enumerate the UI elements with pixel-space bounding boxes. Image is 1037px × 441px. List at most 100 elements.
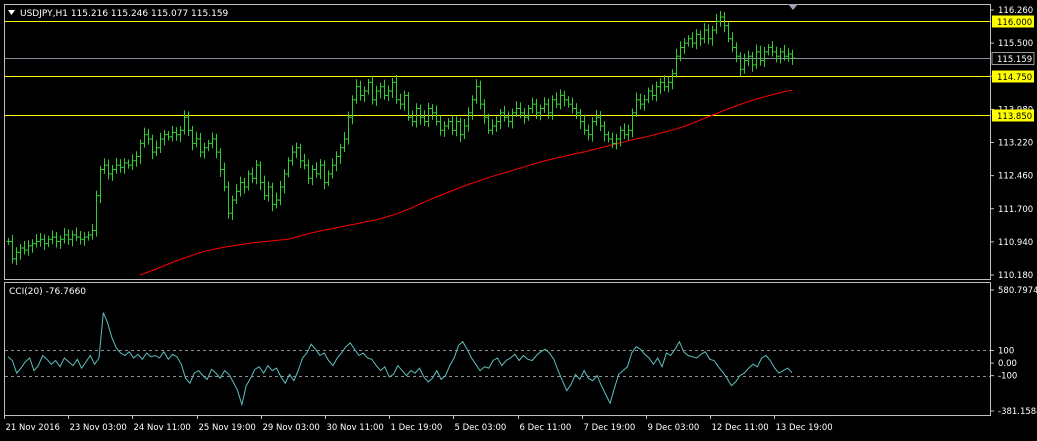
price-bar <box>474 79 479 104</box>
price-bar <box>82 232 87 246</box>
price-bar <box>342 132 347 153</box>
x-tick-label: 21 Nov 2016 <box>6 423 60 433</box>
price-bar <box>382 79 387 100</box>
price-bar <box>178 126 183 143</box>
symbol-info: USDJPY,H1 115.216 115.246 115.077 115.15… <box>20 9 229 19</box>
price-bar <box>378 82 383 99</box>
price-bar <box>410 110 415 127</box>
cci-y-axis: 580.7974 100 0.00 -100 -381.1584 <box>990 286 1037 417</box>
chart-canvas: 116.260115.500114.740113.980113.220112.4… <box>4 4 1037 433</box>
price-bar <box>158 132 163 153</box>
price-bars <box>6 10 795 265</box>
price-bar <box>606 131 611 143</box>
price-bar <box>70 230 75 247</box>
cci-label: CCI(20) -76.7660 <box>9 287 86 297</box>
shift-marker-icon[interactable] <box>788 4 798 10</box>
level-price-label: 116.000 <box>997 18 1032 28</box>
price-bar <box>114 157 119 174</box>
price-bar <box>466 107 471 132</box>
price-bar <box>718 10 723 27</box>
price-bar <box>662 75 667 92</box>
price-bar <box>690 32 695 48</box>
price-bar <box>630 108 635 138</box>
price-bar <box>594 109 599 126</box>
price-bar <box>102 158 107 174</box>
price-bar <box>710 25 715 46</box>
price-bar <box>278 180 283 206</box>
price-bar <box>302 153 307 170</box>
cci-tick-label: 0.00 <box>998 359 1017 369</box>
price-bar <box>14 247 19 265</box>
price-bar <box>226 181 231 219</box>
price-bar <box>430 104 435 120</box>
x-tick-label: 24 Nov 11:00 <box>134 423 191 433</box>
price-bar <box>362 86 367 102</box>
x-tick-label: 12 Dec 11:00 <box>712 423 769 433</box>
x-tick-label: 30 Nov 11:00 <box>327 423 384 433</box>
price-bar <box>722 12 727 33</box>
price-bar <box>514 101 519 117</box>
price-bar <box>658 78 663 95</box>
price-bar <box>110 165 115 181</box>
price-bar <box>30 239 35 253</box>
price-bar <box>306 159 311 184</box>
price-bar <box>766 43 771 56</box>
cci-tick-label: 100 <box>998 346 1014 356</box>
price-bar <box>470 95 475 120</box>
price-bar <box>762 47 767 68</box>
price-bar <box>274 192 279 209</box>
price-bar <box>774 46 779 63</box>
price-bar <box>210 132 215 149</box>
price-bar <box>190 125 195 151</box>
price-bar <box>242 177 247 194</box>
price-bar <box>150 134 155 160</box>
price-bar <box>366 78 371 95</box>
price-bar <box>262 175 267 201</box>
price-tick-label: 112.460 <box>998 172 1033 182</box>
price-bar <box>166 131 171 141</box>
price-bar <box>394 74 399 104</box>
price-bar <box>598 111 603 132</box>
price-bar <box>146 128 151 145</box>
price-bar <box>558 89 563 110</box>
level-price-label: 113.850 <box>997 112 1032 122</box>
cci-tick-label: -100 <box>998 372 1017 382</box>
price-bar <box>106 159 111 180</box>
price-bar <box>246 170 251 191</box>
price-bar <box>582 114 587 135</box>
price-bar <box>778 47 783 64</box>
cci-tick-label: -381.1584 <box>998 407 1037 417</box>
price-bar <box>498 108 503 129</box>
price-bar <box>334 151 339 172</box>
price-tick-label: 110.180 <box>998 271 1033 281</box>
price-bar <box>78 230 83 245</box>
price-bar <box>286 157 291 178</box>
price-bar <box>206 139 211 152</box>
price-bar <box>294 142 299 159</box>
price-bar <box>58 235 63 249</box>
level-price-label: 114.750 <box>997 73 1032 83</box>
price-bar <box>174 127 179 141</box>
price-bar <box>406 91 411 121</box>
price-bar <box>154 140 159 157</box>
price-bar <box>614 133 619 150</box>
price-bar <box>566 96 571 108</box>
price-y-axis: 116.260115.500114.740113.980113.220112.4… <box>990 6 1035 281</box>
cci-indicator <box>5 312 990 407</box>
price-tick-label: 110.940 <box>998 238 1033 248</box>
x-tick-label: 6 Dec 11:00 <box>520 423 572 433</box>
price-bar <box>610 132 615 149</box>
price-bar <box>26 240 31 256</box>
x-tick-label: 7 Dec 19:00 <box>584 423 636 433</box>
price-bar <box>462 118 467 140</box>
time-x-axis: 21 Nov 2016 23 Nov 03:00 24 Nov 11:00 25 No… <box>4 415 833 433</box>
price-bar <box>674 48 679 78</box>
price-bar <box>506 111 511 128</box>
level-price-label: 115.159 <box>997 55 1032 65</box>
price-bar <box>638 93 643 110</box>
price-bar <box>454 116 459 137</box>
triangle-down-icon[interactable] <box>8 10 15 15</box>
price-bar <box>326 170 331 187</box>
price-tick-label: 113.220 <box>998 139 1033 149</box>
price-bar <box>6 237 11 245</box>
